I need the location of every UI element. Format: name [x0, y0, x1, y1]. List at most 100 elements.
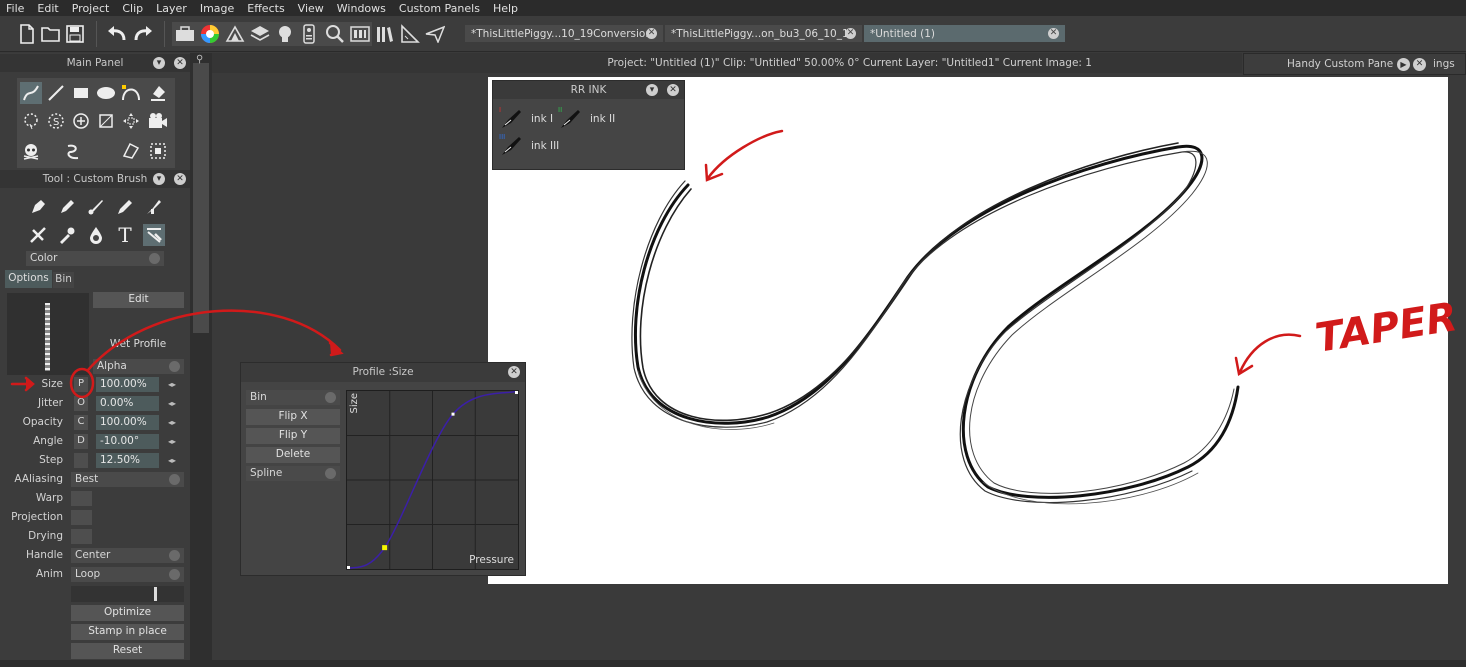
pen-nib-icon[interactable] [27, 196, 49, 218]
layers-icon[interactable] [249, 23, 271, 45]
ink-3-label[interactable]: ink III [531, 140, 559, 152]
scene-icon[interactable] [224, 23, 246, 45]
chevron-down-icon[interactable]: ▾ [646, 84, 658, 96]
tab-bin[interactable]: Bin [53, 272, 74, 288]
film-icon[interactable] [349, 23, 371, 45]
delete-button[interactable]: Delete [246, 447, 340, 463]
profile-graph[interactable]: Size Pressure [346, 390, 519, 570]
wet-profile-label[interactable]: Wet Profile [92, 338, 184, 350]
panel-scrollbar[interactable]: ⚲ [190, 53, 212, 667]
profile-control-point[interactable] [515, 391, 518, 394]
menu-custom-panels[interactable]: Custom Panels [393, 2, 487, 15]
anim-dropdown[interactable]: Loop [71, 567, 184, 582]
text-icon[interactable]: T [114, 223, 136, 247]
menu-image[interactable]: Image [194, 2, 241, 15]
opacity-field[interactable]: 100.00% [96, 415, 159, 430]
optimize-button[interactable]: Optimize [71, 605, 184, 621]
profile-control-point[interactable] [382, 545, 388, 551]
warp-icon[interactable] [62, 140, 84, 162]
open-folder-icon[interactable] [40, 23, 62, 45]
menu-layer[interactable]: Layer [150, 2, 194, 15]
step-field[interactable]: 12.50% [96, 453, 159, 468]
close-icon[interactable]: ✕ [1048, 28, 1059, 39]
stamp-frame-icon[interactable] [147, 140, 169, 162]
save-icon[interactable] [64, 23, 86, 45]
profile-control-point[interactable] [451, 412, 455, 416]
close-icon[interactable]: ✕ [508, 366, 520, 378]
jitter-field[interactable]: 0.00% [96, 396, 159, 411]
dropper-icon[interactable] [56, 224, 78, 246]
close-icon[interactable]: ✕ [174, 173, 186, 185]
slider-handle[interactable] [154, 587, 157, 601]
lasso-icon[interactable] [20, 110, 42, 132]
close-icon[interactable]: ✕ [845, 28, 856, 39]
reset-button[interactable]: Reset [71, 643, 184, 659]
ink-brush-icon[interactable]: I [499, 106, 523, 130]
profile-bin-dropdown[interactable]: Bin [246, 390, 340, 405]
projection-toggle[interactable] [71, 510, 92, 525]
custom-brush-icon[interactable] [143, 224, 165, 246]
menu-help[interactable]: Help [487, 2, 525, 15]
chevron-down-icon[interactable]: ▾ [153, 173, 165, 185]
menu-effects[interactable]: Effects [241, 2, 291, 15]
ink-brush-icon[interactable]: II [558, 106, 582, 130]
curve-icon[interactable] [120, 82, 142, 104]
flip-x-button[interactable]: Flip X [246, 409, 340, 425]
ruler-icon[interactable] [399, 23, 421, 45]
stamp-in-place-button[interactable]: Stamp in place [71, 624, 184, 640]
angle-stepper-icon[interactable]: ◂▸ [168, 437, 176, 446]
anim-slider[interactable] [71, 586, 184, 602]
handle-dropdown[interactable]: Center [71, 548, 184, 563]
skull-icon[interactable] [20, 140, 42, 162]
menu-windows[interactable]: Windows [331, 2, 393, 15]
marker-icon[interactable] [56, 196, 78, 218]
chevron-down-icon[interactable]: ▾ [153, 57, 165, 69]
aaliasing-dropdown[interactable]: Best [71, 472, 184, 487]
warp-toggle[interactable] [71, 491, 92, 506]
spline-dropdown[interactable]: Spline [246, 466, 340, 481]
crop-icon[interactable] [95, 110, 117, 132]
menu-file[interactable]: File [0, 2, 31, 15]
menu-project[interactable]: Project [66, 2, 117, 15]
angle-modifier[interactable]: D [74, 434, 88, 449]
magic-select-icon[interactable]: S [45, 110, 67, 132]
scroll-thumb[interactable] [193, 63, 209, 333]
jitter-modifier[interactable]: O [74, 396, 88, 411]
handy-custom-panel-header[interactable]: Handy Custom Pane ▶ ✕ ings [1243, 53, 1466, 75]
angle-field[interactable]: -10.00° [96, 434, 159, 449]
opacity-stepper-icon[interactable]: ◂▸ [168, 418, 176, 427]
flip-y-button[interactable]: Flip Y [246, 428, 340, 444]
menu-clip[interactable]: Clip [116, 2, 150, 15]
jitter-stepper-icon[interactable]: ◂▸ [168, 399, 176, 408]
send-icon[interactable] [424, 23, 446, 45]
freehand-icon[interactable] [20, 82, 42, 104]
pin-icon[interactable]: ⚲ [196, 54, 203, 65]
color-wheel-icon[interactable] [199, 23, 221, 45]
size-field[interactable]: 100.00% [96, 377, 159, 392]
new-file-icon[interactable] [16, 23, 38, 45]
drying-toggle[interactable] [71, 529, 92, 544]
size-modifier[interactable]: P [74, 377, 88, 392]
close-icon[interactable]: ✕ [1413, 58, 1426, 71]
play-icon[interactable]: ▶ [1397, 58, 1410, 71]
ink-1-label[interactable]: ink I [531, 113, 553, 125]
tab-doc-2[interactable]: *ThisLittlePiggy...on_bu3_06_10_19 ✕ [665, 25, 862, 42]
toolbox-icon[interactable] [174, 23, 196, 45]
tab-options[interactable]: Options [5, 270, 52, 288]
color-dropdown[interactable]: Color [26, 251, 164, 266]
alpha-dropdown[interactable]: Alpha [93, 359, 184, 374]
undo-icon[interactable] [106, 23, 128, 45]
smudge-icon[interactable] [27, 224, 49, 246]
step-modifier[interactable] [74, 453, 88, 468]
menu-view[interactable]: View [292, 2, 331, 15]
ellipse-icon[interactable] [95, 82, 117, 104]
rectangle-icon[interactable] [70, 82, 92, 104]
perspective-icon[interactable] [120, 140, 142, 162]
redo-icon[interactable] [132, 23, 154, 45]
library-icon[interactable] [374, 23, 396, 45]
brush-icon[interactable] [85, 196, 107, 218]
pencil-icon[interactable] [114, 196, 136, 218]
tab-doc-1[interactable]: *ThisLittlePiggy...10_19Conversion ✕ [465, 25, 663, 42]
lightbulb-icon[interactable] [274, 23, 296, 45]
search-icon[interactable] [324, 23, 346, 45]
